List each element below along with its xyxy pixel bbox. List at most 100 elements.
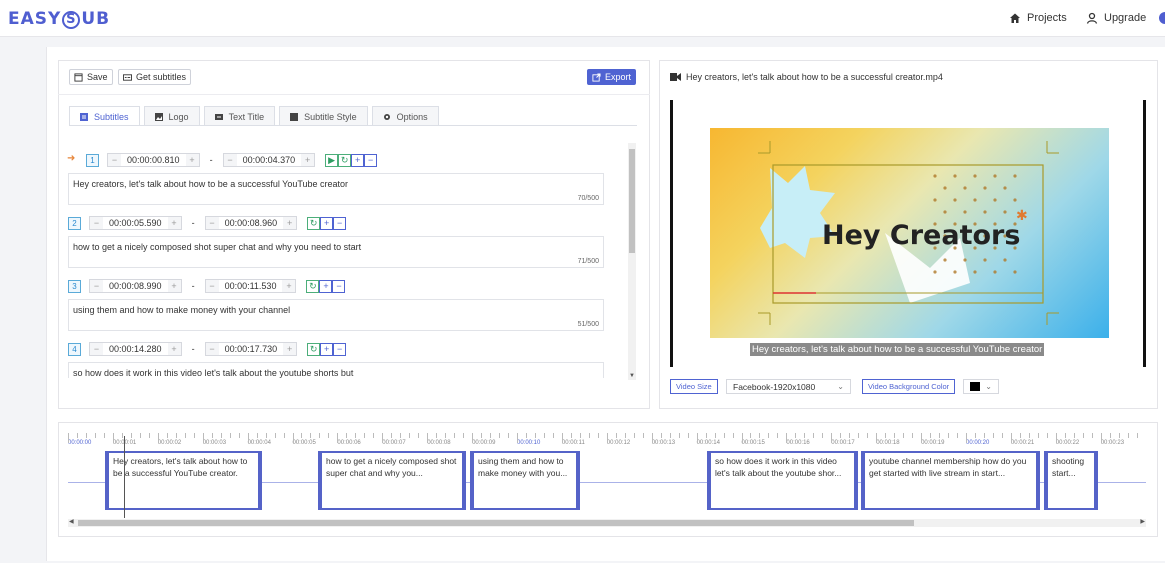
timeline-tick — [741, 433, 743, 443]
bg-color-picker[interactable]: ⌄ — [963, 379, 999, 394]
increase-button[interactable]: + — [185, 154, 199, 166]
decrease-button[interactable]: − — [90, 280, 103, 292]
decrease-button[interactable]: − — [205, 280, 219, 292]
increase-button[interactable]: + — [167, 217, 181, 229]
timeline-tick — [579, 433, 581, 438]
char-count: 70/500 — [577, 195, 599, 202]
timeline-tick — [732, 433, 734, 438]
decrease-button[interactable]: − — [108, 154, 121, 166]
timeline-tick — [983, 433, 985, 438]
profile-avatar[interactable] — [1159, 12, 1165, 24]
play-icon[interactable]: ▶ — [325, 153, 339, 167]
tab-text-title[interactable]: Text Title — [203, 106, 276, 126]
timeline-tick — [786, 433, 788, 443]
save-button[interactable]: Save — [69, 69, 113, 85]
subtitle-list-scrollbar[interactable]: ▼ — [628, 143, 636, 380]
timeline-clip[interactable]: how to get a nicely composed shot super … — [318, 451, 466, 510]
end-time-stepper[interactable]: −00:00:08.960 + — [204, 216, 298, 230]
timeline-tick — [867, 433, 869, 438]
add-icon[interactable]: + — [319, 279, 333, 293]
timeline-tick — [912, 433, 914, 438]
decrease-button[interactable]: − — [205, 343, 219, 355]
start-time-stepper[interactable]: −00:00:05.590 + — [89, 216, 182, 230]
svg-text:✱: ✱ — [1016, 207, 1028, 223]
timeline-tick — [552, 433, 554, 438]
decrease-button[interactable]: − — [90, 217, 103, 229]
increase-button[interactable]: + — [167, 280, 181, 292]
start-time-stepper[interactable]: −00:00:00.810 + — [107, 153, 200, 167]
timeline-tick — [418, 433, 420, 438]
end-time-stepper[interactable]: −00:00:04.370 + — [222, 153, 316, 167]
timeline-tick — [759, 433, 761, 438]
text-icon — [214, 113, 223, 120]
timeline-tick — [166, 433, 168, 438]
timeline-clip[interactable]: shooting start... — [1044, 451, 1098, 510]
tab-subtitle-style[interactable]: Subtitle Style — [279, 106, 368, 126]
timeline-tick — [319, 433, 321, 438]
increase-button[interactable]: + — [167, 343, 181, 355]
subtitle-text-input[interactable]: using them and how to make money with yo… — [68, 299, 604, 331]
end-time-stepper[interactable]: −00:00:11.530 + — [204, 279, 297, 293]
add-icon[interactable]: + — [351, 153, 365, 167]
nav-upgrade[interactable]: Upgrade — [1086, 12, 1146, 24]
timeline-tick — [588, 433, 590, 438]
timeline-scrollbar[interactable]: ◀ ▶ — [68, 519, 1146, 527]
nav-projects[interactable]: Projects — [1009, 12, 1067, 24]
get-subtitles-button[interactable]: Get subtitles — [118, 69, 192, 85]
subtitle-text-input[interactable]: Hey creators, let's talk about how to be… — [68, 173, 604, 205]
subtitle-number: 4 — [68, 342, 81, 356]
add-icon[interactable]: + — [320, 216, 334, 230]
timeline-playhead[interactable] — [124, 436, 125, 518]
decrease-button[interactable]: − — [205, 217, 219, 229]
scroll-right-icon[interactable]: ▶ — [1140, 518, 1145, 525]
timeline-tick-label: 00:00:03 — [202, 440, 227, 446]
scrollbar-thumb[interactable] — [629, 149, 635, 253]
video-size-select[interactable]: Facebook-1920x1080 ⌄ — [726, 379, 851, 394]
subtitle-text-input[interactable]: how to get a nicely composed shot super … — [68, 236, 604, 268]
timeline-tick-label: 00:00:08 — [427, 440, 451, 446]
scroll-left-icon[interactable]: ◀ — [69, 518, 74, 525]
increase-button[interactable]: + — [283, 217, 297, 229]
refresh-icon[interactable]: ↻ — [307, 342, 321, 356]
refresh-icon[interactable]: ↻ — [306, 279, 320, 293]
scrollbar-thumb[interactable] — [78, 520, 914, 526]
remove-icon[interactable]: − — [333, 342, 347, 356]
timeline-tick — [1073, 433, 1075, 438]
timeline-tick — [436, 433, 438, 438]
timeline-ruler[interactable]: 00:00:0000:00:0100:00:0200:00:0300:00:04… — [68, 433, 1148, 449]
tab-subtitles[interactable]: Subtitles — [69, 106, 140, 126]
color-swatch — [970, 382, 980, 391]
timeline-clip[interactable]: Hey creators, let's talk about how to be… — [105, 451, 262, 510]
timeline-tick — [777, 433, 779, 438]
increase-button[interactable]: + — [282, 280, 296, 292]
start-time-stepper[interactable]: −00:00:14.280 + — [89, 342, 182, 356]
timeline-clip[interactable]: using them and how to make money with yo… — [470, 451, 580, 510]
timeline-clip[interactable]: youtube channel membership how do you ge… — [861, 451, 1040, 510]
timeline-tick — [1118, 433, 1120, 438]
remove-icon[interactable]: − — [333, 216, 347, 230]
add-icon[interactable]: + — [320, 342, 334, 356]
decrease-button[interactable]: − — [223, 154, 237, 166]
tab-logo[interactable]: Logo — [143, 106, 200, 126]
app-logo[interactable]: EASY S UB — [8, 9, 110, 29]
scroll-down-icon[interactable]: ▼ — [629, 373, 635, 379]
list-icon — [80, 112, 88, 121]
refresh-icon[interactable]: ↻ — [307, 216, 321, 230]
video-frame[interactable]: Hey Creators ✱ — [710, 128, 1109, 338]
start-time-stepper[interactable]: −00:00:08.990 + — [89, 279, 182, 293]
timeline-tick — [939, 433, 941, 438]
timeline-tick-label: 00:00:02 — [157, 440, 182, 446]
increase-button[interactable]: + — [301, 154, 315, 166]
home-icon — [1010, 13, 1020, 23]
timeline-tick — [849, 433, 851, 438]
remove-icon[interactable]: − — [332, 279, 346, 293]
decrease-button[interactable]: − — [90, 343, 103, 355]
increase-button[interactable]: + — [283, 343, 297, 355]
remove-icon[interactable]: − — [364, 153, 378, 167]
subtitle-text-input[interactable]: so how does it work in this video let's … — [68, 362, 604, 378]
timeline-clip[interactable]: so how does it work in this video let's … — [707, 451, 858, 510]
end-time-stepper[interactable]: −00:00:17.730 + — [204, 342, 298, 356]
export-button[interactable]: Export — [587, 69, 637, 85]
refresh-icon[interactable]: ↻ — [338, 153, 352, 167]
tab-options[interactable]: Options — [371, 106, 439, 126]
